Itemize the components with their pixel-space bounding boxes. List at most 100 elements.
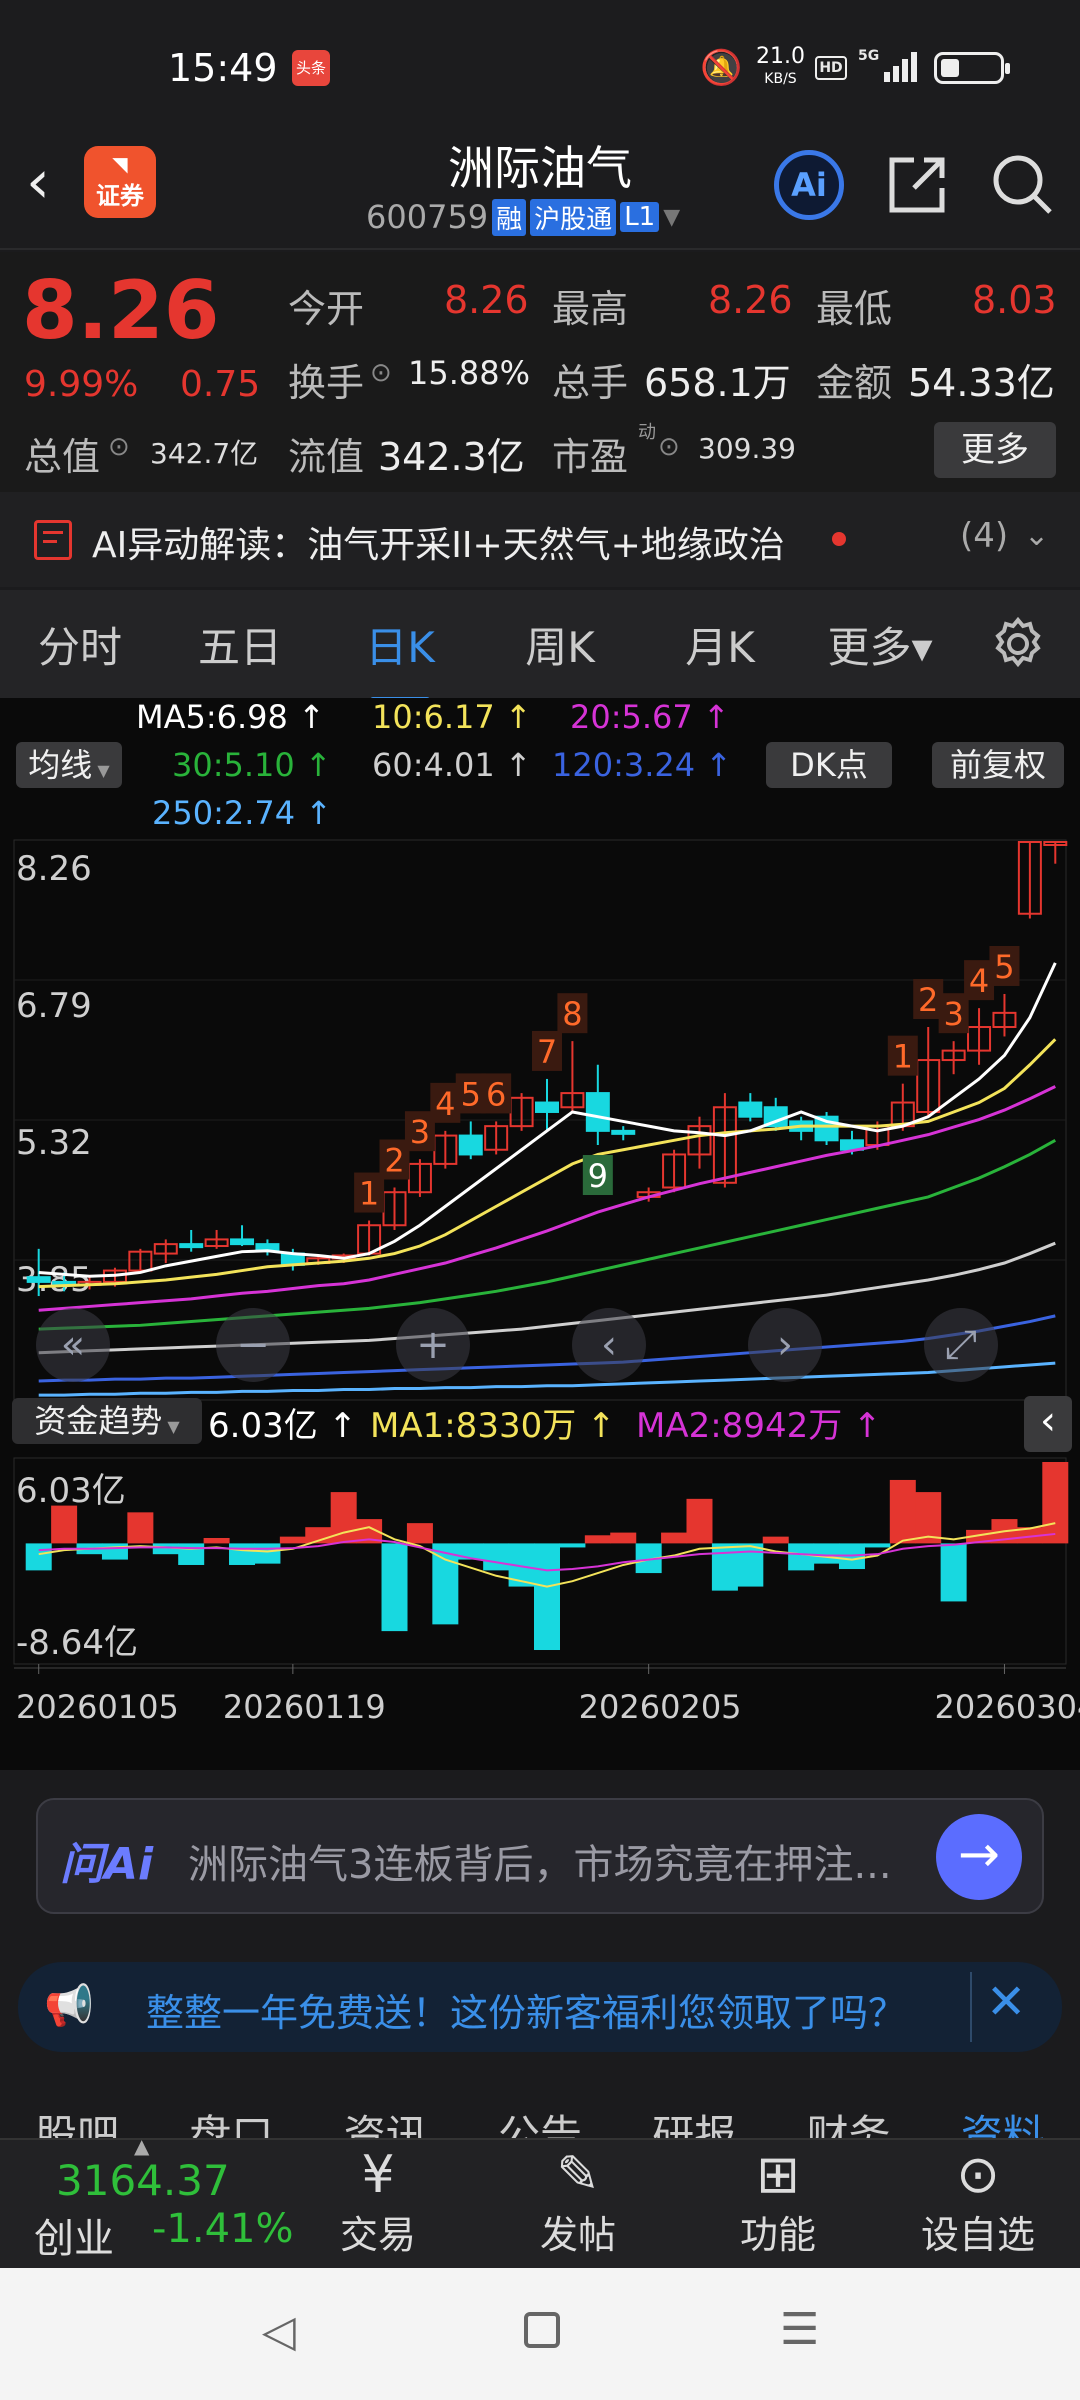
tab-1[interactable]: 五日 — [160, 614, 320, 675]
flow-bar — [381, 1543, 408, 1632]
zoom-in-icon[interactable]: + — [396, 1308, 470, 1382]
ma30-legend: 30:5.10 ↑ — [172, 746, 332, 784]
collapse-panel-icon[interactable]: ‹ — [1024, 1396, 1072, 1452]
flow-bar — [483, 1543, 510, 1571]
signal-5g-label: 5G — [858, 48, 880, 64]
ai-explain-count: (4) — [960, 516, 1009, 556]
dk-point-button[interactable]: DK点 — [766, 742, 892, 788]
scroll-left-fast-icon[interactable]: « — [36, 1308, 110, 1382]
ma120-legend: 120:3.24 ↑ — [552, 746, 733, 784]
yen-icon: ¥ — [361, 2145, 395, 2205]
date-tick-label: 20260105 — [16, 1688, 179, 1726]
mute-icon: 🔕 — [700, 48, 743, 88]
kline-chart[interactable]: 8.266.795.323.852.376.03亿-8.64亿123456789… — [0, 838, 1080, 1768]
nav-back-icon[interactable]: ◁ — [262, 2306, 296, 2357]
tab-3[interactable]: 周K — [480, 614, 640, 675]
low-label: 最低 — [816, 287, 893, 331]
scroll-left-icon[interactable]: ‹ — [572, 1308, 646, 1382]
candle-body — [230, 1238, 255, 1246]
dk-label: 3 — [943, 995, 963, 1033]
open-value: 8.26 — [444, 278, 529, 322]
tab-2[interactable]: 日K — [320, 614, 480, 703]
dk-label: 5 — [461, 1075, 481, 1113]
tab-5[interactable]: 更多▾ — [800, 614, 960, 675]
info-icon[interactable]: ⊙ — [658, 432, 680, 462]
flow-tick-label: 6.03亿 — [16, 1471, 126, 1511]
ai-assistant-icon[interactable]: Ai — [774, 150, 844, 220]
chevron-down-icon[interactable]: ⌄ — [1024, 518, 1049, 553]
tab-0[interactable]: 分时 — [0, 614, 160, 675]
battery-icon — [934, 52, 1010, 84]
price-tick-label: 5.32 — [16, 1123, 92, 1163]
info-icon[interactable]: ⊙ — [108, 432, 130, 462]
change-amount: 0.75 — [180, 364, 261, 405]
subtab-1[interactable]: 盘口 — [189, 2102, 273, 2140]
date-tick-label: 20260304 — [934, 1688, 1080, 1726]
flow-ma2-legend: MA2:8942万 ↑ — [636, 1406, 882, 1446]
date-tick-label: 20260205 — [579, 1688, 742, 1726]
flow-bar — [51, 1505, 78, 1544]
flow-bar — [229, 1543, 256, 1565]
post-button[interactable]: ✎ 发帖 — [518, 2146, 638, 2259]
functions-button[interactable]: ⊞ 功能 — [718, 2146, 838, 2259]
zoom-out-icon[interactable]: − — [216, 1308, 290, 1382]
float-value: 342.3亿 — [378, 435, 525, 479]
edit-icon: ✎ — [556, 2145, 600, 2205]
kline-chart-area[interactable]: MA5:6.98 ↑ 10:6.17 ↑ 20:5.67 ↑ 均线 ▼ 30:5… — [0, 698, 1080, 1770]
flow-indicator-button[interactable]: 资金趋势 ▼ — [12, 1398, 202, 1444]
flow-bar — [178, 1543, 205, 1565]
new-dot-icon — [832, 532, 846, 546]
ma60-legend: 60:4.01 ↑ — [372, 746, 532, 784]
adjust-button[interactable]: 前复权 — [932, 742, 1064, 788]
subtab-5[interactable]: 财务 — [807, 2102, 891, 2140]
price-tick-label: 6.79 — [16, 986, 92, 1026]
nav-home-icon[interactable] — [524, 2312, 560, 2348]
subtab-2[interactable]: 资讯 — [344, 2102, 428, 2140]
ai-explain-bar[interactable]: AI异动解读：油气开采II+天然气+地缘政治 (4) ⌄ — [0, 492, 1080, 587]
dk-label: 1 — [359, 1175, 379, 1213]
subtab-3[interactable]: 公告 — [498, 2102, 582, 2140]
high-label: 最高 — [552, 287, 629, 331]
flow-bar — [864, 1543, 891, 1548]
send-arrow-icon[interactable]: → — [936, 1814, 1022, 1900]
dk-label: 4 — [435, 1085, 455, 1123]
price-tick-label: 8.26 — [16, 849, 92, 889]
ai-report-icon — [34, 520, 72, 560]
chevron-up-icon[interactable]: ▲ — [134, 2134, 149, 2158]
subtab-4[interactable]: 研报 — [652, 2102, 736, 2140]
share-icon[interactable] — [884, 152, 950, 218]
grid-icon: ⊞ — [756, 2145, 800, 2205]
candle-body — [611, 1129, 636, 1135]
megaphone-icon: 📢 — [44, 1983, 94, 2029]
add-favorite-button[interactable]: ⊙ 设自选 — [908, 2146, 1048, 2259]
subtab-0[interactable]: 股吧 — [35, 2102, 119, 2140]
trade-button[interactable]: ¥ 交易 — [318, 2146, 438, 2259]
subtab-6[interactable]: 资料 — [961, 2102, 1045, 2140]
ask-ai-box[interactable]: 问Ai 洲际油气3连板背后，市场究竟在押注... → — [36, 1798, 1044, 1914]
more-button[interactable]: 更多 — [934, 422, 1056, 478]
tag-margin: 融 — [492, 198, 527, 236]
close-icon[interactable]: ✕ — [986, 1974, 1026, 2030]
flow-bar — [610, 1532, 637, 1544]
tab-4[interactable]: 月K — [640, 614, 800, 675]
fullscreen-icon[interactable]: ⤢ — [924, 1308, 998, 1382]
promo-banner[interactable]: 📢 整整一年免费送！这份新客福利您领取了吗？ ✕ — [18, 1962, 1062, 2052]
info-icon[interactable]: ⊙ — [370, 358, 392, 388]
index-value[interactable]: 3164.37 — [56, 2156, 230, 2205]
chevron-down-icon[interactable]: ▼ — [663, 205, 680, 230]
dk-label: 9 — [588, 1157, 608, 1195]
index-name[interactable]: 创业 — [34, 2206, 114, 2264]
flow-bar — [788, 1543, 815, 1571]
scroll-right-icon[interactable]: › — [748, 1308, 822, 1382]
ma-selector-button[interactable]: 均线 ▼ — [16, 742, 122, 788]
flow-bar — [711, 1543, 738, 1591]
nav-menu-icon[interactable]: ☰ — [780, 2304, 819, 2355]
flow-bar — [813, 1543, 840, 1564]
more-dots-icon: ⊙ — [956, 2145, 1000, 2205]
settings-gear-icon[interactable] — [988, 614, 1048, 674]
flow-bar — [940, 1543, 967, 1602]
amount-value: 54.33亿 — [908, 361, 1055, 405]
dk-label: 5 — [994, 948, 1014, 986]
index-change[interactable]: -1.41% — [152, 2206, 294, 2252]
search-icon[interactable] — [990, 152, 1056, 218]
